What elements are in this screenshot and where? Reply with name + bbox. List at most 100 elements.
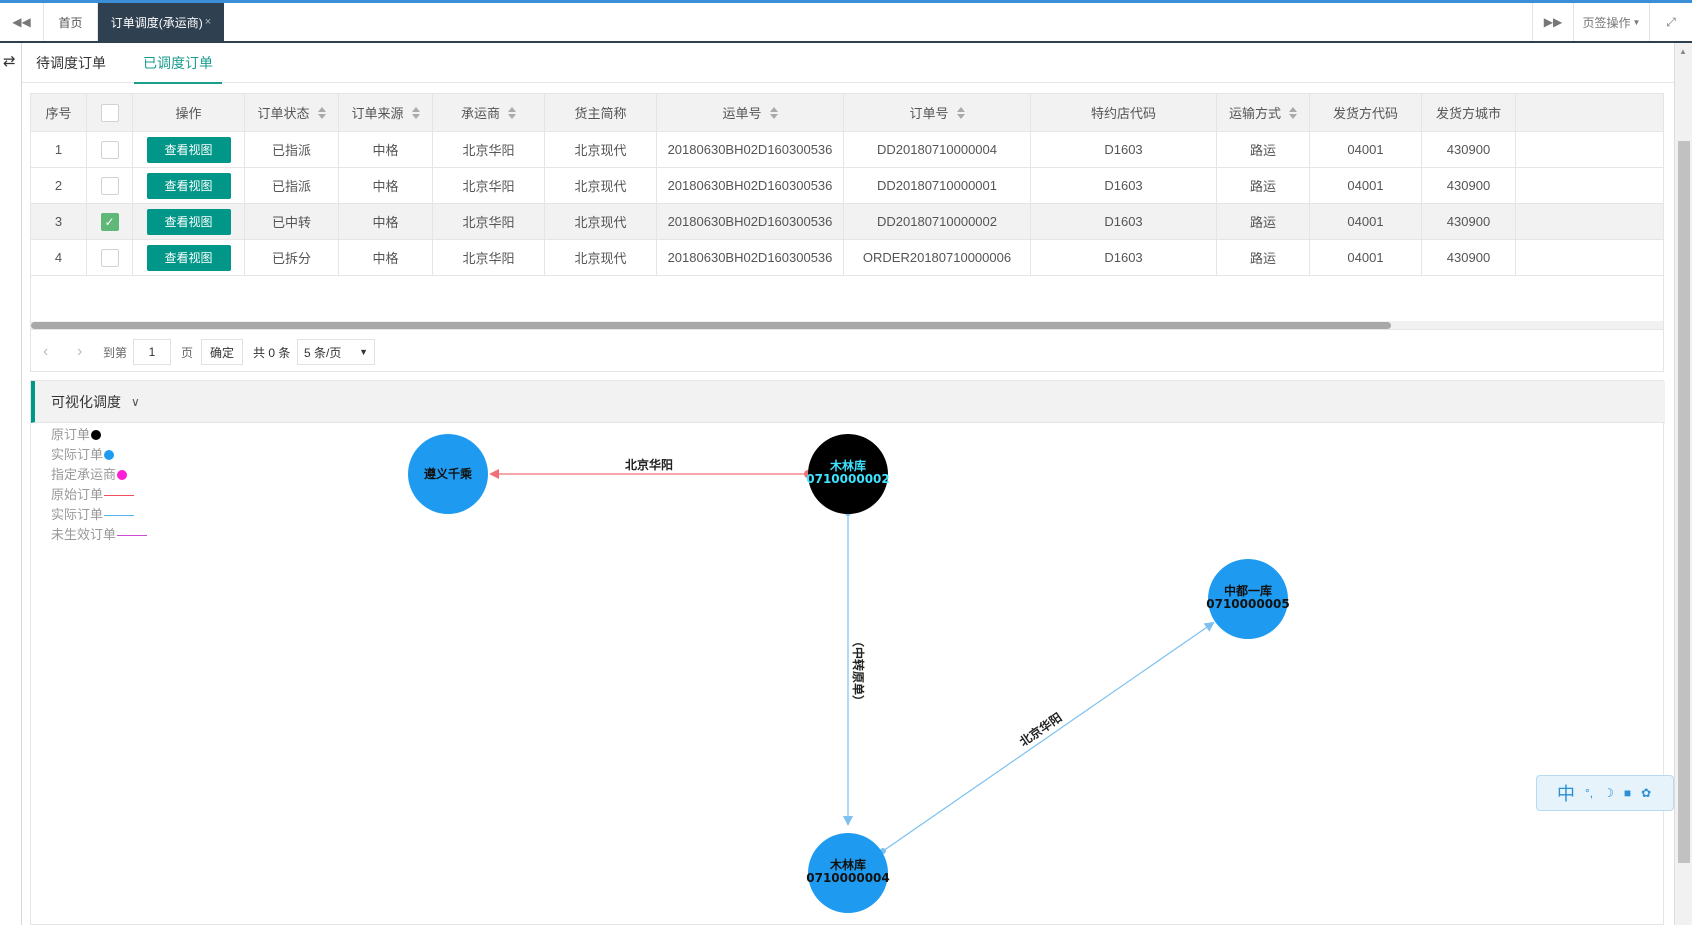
column-header[interactable]: 订单号 — [844, 94, 1031, 131]
row-checkbox-cell[interactable]: ✓ — [87, 204, 133, 239]
horizontal-scrollbar[interactable] — [31, 321, 1663, 329]
scrollbar-thumb[interactable] — [1678, 141, 1690, 863]
view-graph-button[interactable]: 查看视图 — [146, 136, 231, 163]
edge-diagonal[interactable] — [882, 621, 1215, 852]
sort-icon[interactable] — [956, 106, 965, 119]
sort-icon[interactable] — [769, 106, 778, 119]
table-cell-shipper_code: 04001 — [1310, 132, 1422, 167]
sort-icon[interactable] — [508, 106, 516, 119]
column-header-label: 订单状态 — [257, 106, 310, 121]
scroll-up-icon[interactable]: ▲ — [1679, 47, 1687, 56]
tab-order-dispatch-label: 订单调度(承运商) — [110, 15, 203, 30]
column-header[interactable]: 运输方式 — [1217, 94, 1310, 131]
prev-page-icon[interactable]: ‹ — [43, 339, 48, 365]
column-header-label: 发货方城市 — [1435, 106, 1501, 121]
column-header[interactable]: 订单状态 — [245, 94, 339, 131]
node-zhongdu-code: 0710000005 — [1206, 597, 1290, 611]
tab-home[interactable]: 首页 — [44, 3, 98, 41]
column-header: 特约店代码 — [1031, 94, 1217, 131]
column-header-label: 订单号 — [909, 106, 949, 121]
table-cell-source: 中格 — [339, 204, 433, 239]
scroll-tabs-right-icon[interactable]: ▶▶ — [1532, 3, 1574, 41]
table-row[interactable]: 1 查看视图 已指派 中格 北京华阳 北京现代 20180630BH02D160300536… — [31, 132, 1663, 168]
node-zhongdu-label: 中都一库 — [1224, 583, 1272, 598]
page-size-select[interactable]: 5 条/页 ▼ — [297, 339, 375, 365]
column-header-label: 序号 — [45, 106, 72, 121]
horizontal-scrollbar-thumb[interactable] — [31, 322, 1391, 329]
ime-mode-icon[interactable]: 中 — [1557, 780, 1575, 806]
view-graph-button[interactable]: 查看视图 — [146, 208, 231, 235]
row-checkbox-cell[interactable] — [87, 240, 133, 275]
node-zunyi[interactable]: 遵义千乘 — [408, 434, 488, 514]
table-cell-overflow — [1516, 240, 1663, 275]
view-graph-button[interactable]: 查看视图 — [146, 172, 231, 199]
close-icon[interactable]: × — [205, 16, 211, 28]
moon-icon[interactable]: ☽ — [1603, 786, 1614, 800]
shirt-icon[interactable]: ■ — [1624, 786, 1631, 800]
table-cell-shipper_city: 430900 — [1422, 168, 1516, 203]
page-number-input[interactable]: 1 — [133, 339, 171, 365]
table-cell-order: DD20180710000002 — [844, 204, 1031, 239]
sort-icon[interactable] — [411, 106, 420, 119]
scroll-tabs-left-icon[interactable]: ◀◀ — [0, 3, 44, 41]
node-zhongdu[interactable]: 中都一库 0710000005 — [1206, 559, 1290, 639]
table-cell-dealer: D1603 — [1031, 204, 1217, 239]
node-mulin-original[interactable]: 木林库 0710000002 — [806, 434, 890, 514]
orders-table: 序号 操作 订单状态 订单来源 承运商 货主简称 运单号 订单号 特约店代码 运输方式 发货方代码 发… — [30, 93, 1664, 330]
swap-icon[interactable]: ⇄ — [3, 54, 16, 69]
next-page-icon[interactable]: › — [77, 339, 82, 365]
tab-order-dispatch[interactable]: 订单调度(承运商) × — [98, 3, 224, 41]
table-cell-carrier: 北京华阳 — [433, 132, 545, 167]
sort-icon[interactable] — [1289, 106, 1297, 119]
punctuation-icon[interactable]: °, — [1585, 786, 1593, 800]
confirm-button[interactable]: 确定 — [201, 339, 243, 365]
checkbox[interactable] — [100, 176, 119, 195]
checkbox-checked[interactable]: ✓ — [100, 212, 119, 231]
table-row[interactable]: 3 ✓ 查看视图 已中转 中格 北京华阳 北京现代 20180630BH02D16030053… — [31, 204, 1663, 240]
table-cell-order: ORDER20180710000006 — [844, 240, 1031, 275]
table-cell-status: 已中转 — [245, 204, 339, 239]
table-cell-waybill: 20180630BH02D160300536 — [657, 204, 844, 239]
column-header: 序号 — [31, 94, 87, 131]
column-header[interactable]: 订单来源 — [339, 94, 433, 131]
table-cell-transport: 路运 — [1217, 132, 1310, 167]
view-graph-button[interactable]: 查看视图 — [146, 244, 231, 271]
table-cell-source: 中格 — [339, 168, 433, 203]
table-row[interactable]: 2 查看视图 已指派 中格 北京华阳 北京现代 20180630BH02D160300536… — [31, 168, 1663, 204]
tab-pending-orders[interactable]: 待调度订单 — [36, 43, 106, 83]
select-all-checkbox[interactable] — [87, 94, 133, 131]
table-cell-shipper_city: 430900 — [1422, 204, 1516, 239]
checkbox[interactable] — [100, 248, 119, 267]
row-checkbox-cell[interactable] — [87, 168, 133, 203]
table-cell-dealer: D1603 — [1031, 168, 1217, 203]
tab-dispatched-orders[interactable]: 已调度订单 — [134, 43, 222, 84]
column-header[interactable]: 承运商 — [433, 94, 545, 131]
table-cell-no: 4 — [31, 240, 87, 275]
node-mulin-actual[interactable]: 木林库 0710000004 — [806, 833, 890, 913]
table-row[interactable]: 4 查看视图 已拆分 中格 北京华阳 北京现代 20180630BH02D160300536… — [31, 240, 1663, 276]
vertical-scrollbar[interactable]: ▲ — [1674, 43, 1692, 925]
edge-diagonal-label: 北京华阳 — [1016, 709, 1064, 749]
table-cell-overflow — [1516, 168, 1663, 203]
row-checkbox-cell[interactable] — [87, 132, 133, 167]
checkbox[interactable] — [100, 103, 119, 122]
node-mulin-original-label: 木林库 — [829, 458, 866, 473]
page-ops-dropdown[interactable]: 页签操作 ▼ — [1574, 3, 1650, 41]
table-cell-status: 已拆分 — [245, 240, 339, 275]
side-strip: ⇄ — [0, 43, 22, 925]
table-cell-shipper_city: 430900 — [1422, 240, 1516, 275]
column-header[interactable]: 运单号 — [657, 94, 844, 131]
sort-icon[interactable] — [317, 106, 326, 119]
table-cell-order: DD20180710000001 — [844, 168, 1031, 203]
table-cell-carrier: 北京华阳 — [433, 204, 545, 239]
table-cell-waybill: 20180630BH02D160300536 — [657, 240, 844, 275]
column-header: 发货方城市 — [1422, 94, 1516, 131]
table-cell-transport: 路运 — [1217, 204, 1310, 239]
table-cell-transport: 路运 — [1217, 168, 1310, 203]
checkbox[interactable] — [100, 140, 119, 159]
table-cell-overflow — [1516, 132, 1663, 167]
table-cell-status: 已指派 — [245, 132, 339, 167]
ime-toolbar[interactable]: 中 °, ☽ ■ ✿ — [1536, 775, 1674, 811]
edge-vertical-label: （中转原单） — [851, 635, 866, 707]
fullscreen-icon[interactable]: ⤢ — [1650, 3, 1692, 41]
